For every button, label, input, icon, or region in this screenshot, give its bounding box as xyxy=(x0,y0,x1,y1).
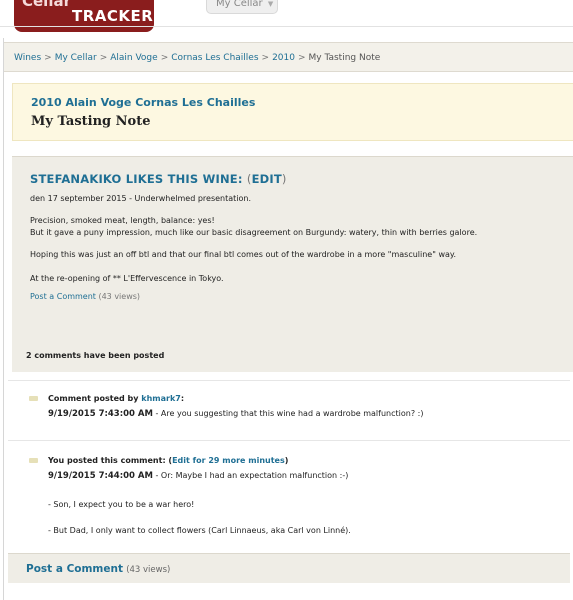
comment-author-line: Comment posted by khmark7: xyxy=(48,394,184,403)
view-count: (43 views) xyxy=(98,292,141,301)
comment-text-line: 9/19/2015 7:43:00 AM - Are you suggestin… xyxy=(48,409,423,419)
comment-author-suffix: ) xyxy=(284,456,289,465)
breadcrumb-producer[interactable]: Alain Voge xyxy=(110,53,157,63)
comment-author-prefix: Comment posted by xyxy=(48,394,139,403)
breadcrumb-wine[interactable]: Cornas Les Chailles xyxy=(171,53,258,63)
my-cellar-tab-label: My Cellar xyxy=(216,0,263,9)
edit-comment-link[interactable]: Edit for 29 more minutes xyxy=(172,456,285,465)
breadcrumb-separator: > xyxy=(261,53,270,63)
note-heading-text: STEFANAKIKO LIKES THIS WINE: xyxy=(30,172,243,186)
comment-bullet-icon xyxy=(29,396,38,401)
header-divider xyxy=(0,26,573,27)
note-heading: STEFANAKIKO LIKES THIS WINE: (EDIT) xyxy=(30,172,573,186)
comment-author-prefix: You posted this comment: ( xyxy=(48,456,173,465)
comment-text: - Or: Maybe I had an expectation malfunc… xyxy=(152,471,349,480)
divider xyxy=(8,440,570,441)
comment-text-line: 9/19/2015 7:44:00 AM - Or: Maybe I had a… xyxy=(48,471,348,481)
comment-body-line: - Son, I expect you to be a war hero! xyxy=(48,500,195,509)
breadcrumb-separator: > xyxy=(297,53,306,63)
view-count: (43 views) xyxy=(126,565,171,575)
comment-count: 2 comments have been posted xyxy=(26,351,165,360)
note-paragraph: But it gave a puny impression, much like… xyxy=(30,228,478,237)
breadcrumb-separator: > xyxy=(99,53,108,63)
tasting-note-panel: STEFANAKIKO LIKES THIS WINE: (EDIT) den … xyxy=(12,156,573,372)
wine-name-link[interactable]: 2010 Alain Voge Cornas Les Chailles xyxy=(31,96,573,109)
comment-author-line: You posted this comment: (Edit for 29 mo… xyxy=(48,456,288,465)
comment-bullet-icon xyxy=(29,458,38,463)
note-paragraph: Precision, smoked meat, length, balance:… xyxy=(30,216,215,225)
note-footer: Post a Comment (43 views) xyxy=(30,291,573,303)
note-heading-paren-close: ) xyxy=(281,172,287,186)
breadcrumb-vintage[interactable]: 2010 xyxy=(272,53,295,63)
divider xyxy=(8,380,570,381)
logo-text-top: Cellar xyxy=(22,0,71,10)
cellartracker-logo[interactable]: Cellar TRACKER xyxy=(14,0,154,32)
logo-text-bottom: TRACKER xyxy=(72,7,154,25)
my-cellar-tab[interactable]: My Cellar ▼ xyxy=(206,0,278,14)
note-paragraph: At the re-opening of ** L'Effervescence … xyxy=(30,274,224,283)
breadcrumb-my-cellar[interactable]: My Cellar xyxy=(55,53,97,63)
post-comment-button[interactable]: Post a Comment xyxy=(26,563,123,575)
note-date-line: den 17 september 2015 - Underwhelmed pre… xyxy=(30,194,252,203)
comment-timestamp: 9/19/2015 7:43:00 AM xyxy=(48,409,153,419)
comment-author-link[interactable]: khmark7 xyxy=(141,394,181,403)
content-frame: Wines > My Cellar > Alain Voge > Cornas Les Ch… xyxy=(3,38,573,600)
comment-author-suffix: : xyxy=(180,394,185,403)
chevron-down-icon: ▼ xyxy=(267,0,274,8)
edit-note-link[interactable]: EDIT xyxy=(252,172,282,186)
breadcrumb-wines[interactable]: Wines xyxy=(14,53,41,63)
post-comment-bar: Post a Comment (43 views) xyxy=(8,553,570,583)
title-panel: 2010 Alain Voge Cornas Les Chailles My T… xyxy=(12,83,573,141)
breadcrumb-separator: > xyxy=(160,53,169,63)
comment-timestamp: 9/19/2015 7:44:00 AM xyxy=(48,471,153,481)
comment-body-line: - But Dad, I only want to collect flower… xyxy=(48,526,351,535)
breadcrumb-separator: > xyxy=(44,53,52,63)
note-paragraph: Hoping this was just an off btl and that… xyxy=(30,250,457,259)
post-comment-link[interactable]: Post a Comment xyxy=(30,292,96,301)
breadcrumb: Wines > My Cellar > Alain Voge > Cornas Les Ch… xyxy=(4,42,573,72)
breadcrumb-current: My Tasting Note xyxy=(308,53,381,63)
top-header: Cellar TRACKER My Cellar ▼ xyxy=(0,0,573,38)
comment-text: - Are you suggesting that this wine had … xyxy=(152,409,424,418)
page-title: My Tasting Note xyxy=(31,114,151,129)
